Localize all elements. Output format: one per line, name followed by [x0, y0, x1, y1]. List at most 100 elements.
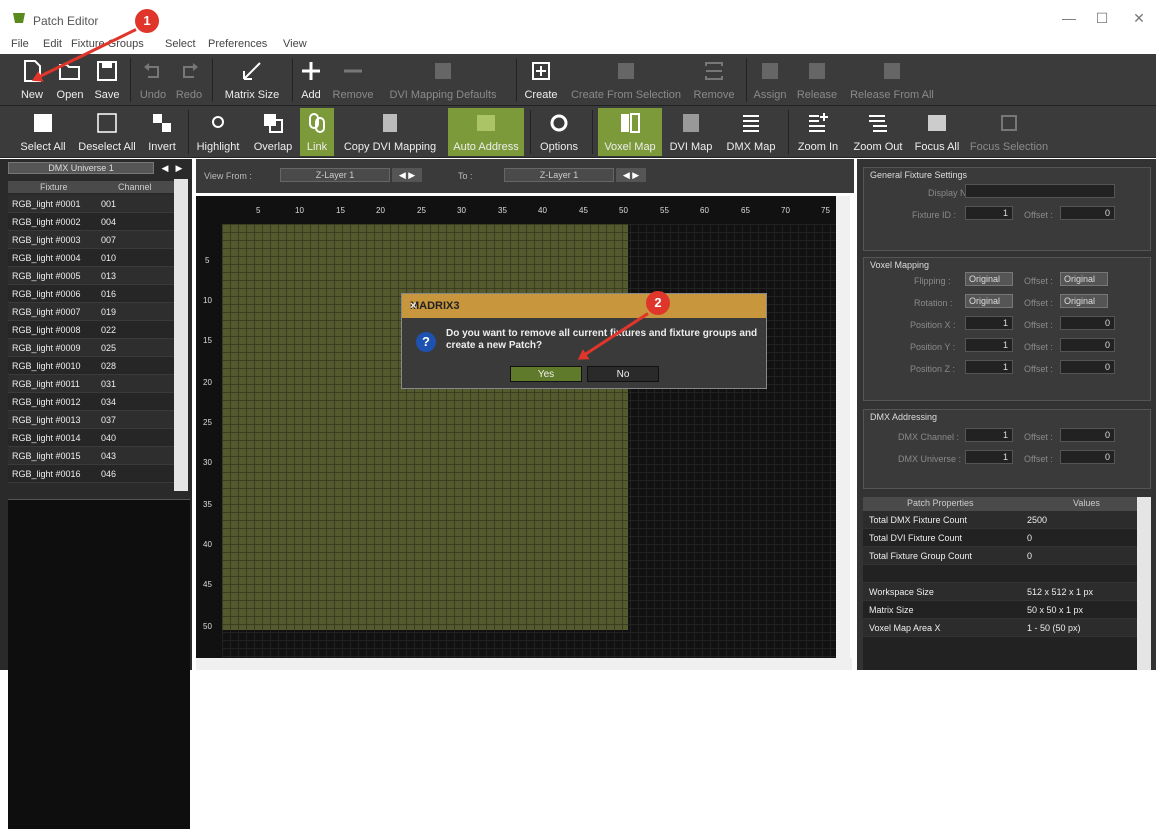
new-label: New	[20, 89, 43, 101]
menu-select[interactable]: Select	[165, 38, 196, 50]
focus-selection-button[interactable]: Focus Selection	[966, 108, 1052, 156]
position-x-offset-input[interactable]: 0	[1060, 316, 1115, 330]
flipping-select[interactable]: Original	[965, 272, 1013, 286]
table-row[interactable]: RGB_light #0008 022	[8, 321, 174, 339]
options-button[interactable]: Options	[534, 108, 584, 156]
focus-all-label: Focus All	[914, 141, 960, 153]
release-from-all-button[interactable]: Release From All	[846, 56, 938, 104]
display-name-input[interactable]	[965, 184, 1115, 198]
fixture-id-offset-input[interactable]: 0	[1060, 206, 1115, 220]
assign-button[interactable]: Assign	[750, 56, 790, 104]
create-selection-icon	[618, 63, 634, 79]
dvi-mapping-defaults-label: DVI Mapping Defaults	[389, 89, 497, 101]
remove-group-button[interactable]: Remove	[690, 56, 738, 104]
table-row[interactable]: RGB_light #0016 046	[8, 465, 174, 483]
redo-button[interactable]: Redo	[172, 56, 206, 104]
add-button[interactable]: Add	[296, 56, 326, 104]
zoom-out-button[interactable]: Zoom Out	[848, 108, 908, 156]
patched-fixtures-area[interactable]	[222, 224, 628, 630]
focus-all-button[interactable]: Focus All	[912, 108, 962, 156]
maximize-button[interactable]: ☐	[1087, 10, 1117, 27]
table-row[interactable]: RGB_light #0009 025	[8, 339, 174, 357]
ruler-tick: 20	[203, 378, 212, 387]
minimize-button[interactable]: —	[1054, 10, 1084, 26]
menu-edit[interactable]: Edit	[43, 38, 62, 50]
select-all-button[interactable]: Select All	[16, 108, 70, 156]
dvi-mapping-defaults-button[interactable]: DVI Mapping Defaults	[382, 56, 504, 104]
canvas-vertical-scrollbar[interactable]	[836, 196, 850, 658]
dvi-map-button[interactable]: DVI Map	[664, 108, 718, 156]
link-button[interactable]: Link	[300, 108, 334, 156]
column-channel[interactable]: Channel	[118, 182, 152, 192]
dialog-close-icon[interactable]: ×	[410, 300, 758, 312]
dmx-universe-selector[interactable]: DMX Universe 1	[8, 162, 154, 174]
position-z-input[interactable]: 1	[965, 360, 1013, 374]
fixture-name: RGB_light #0011	[12, 379, 80, 389]
table-row[interactable]: RGB_light #0011 031	[8, 375, 174, 393]
menu-file[interactable]: File	[11, 38, 29, 50]
view-from-select[interactable]: Z-Layer 1	[280, 168, 390, 182]
table-row[interactable]: RGB_light #0006 016	[8, 285, 174, 303]
position-y-offset-input[interactable]: 0	[1060, 338, 1115, 352]
fixture-id-input[interactable]: 1	[965, 206, 1013, 220]
flipping-offset-select[interactable]: Original	[1060, 272, 1108, 286]
table-row[interactable]: RGB_light #0003 007	[8, 231, 174, 249]
table-row[interactable]: RGB_light #0010 028	[8, 357, 174, 375]
table-row[interactable]: RGB_light #0005 013	[8, 267, 174, 285]
offset-label: Offset :	[1024, 276, 1053, 286]
create-group-button[interactable]: Create	[520, 56, 562, 104]
yes-button[interactable]: Yes	[510, 366, 582, 382]
zoom-in-button[interactable]: Zoom In	[792, 108, 844, 156]
rotation-select[interactable]: Original	[965, 294, 1013, 308]
close-button[interactable]: ✕	[1124, 10, 1154, 27]
canvas-horizontal-scrollbar[interactable]	[196, 658, 852, 670]
voxel-map-canvas[interactable]: 5 10 15 20 25 30 35 40 45 50 55 60 65 70…	[196, 196, 836, 658]
universe-prev-icon[interactable]: ◀	[158, 162, 172, 174]
undo-button[interactable]: Undo	[136, 56, 170, 104]
copy-dvi-mapping-button[interactable]: Copy DVI Mapping	[338, 108, 442, 156]
table-row[interactable]: RGB_light #0013 037	[8, 411, 174, 429]
universe-next-icon[interactable]: ▶	[172, 162, 186, 174]
dmx-universe-input[interactable]: 1	[965, 450, 1013, 464]
matrix-size-button[interactable]: Matrix Size	[218, 56, 286, 104]
position-z-offset-input[interactable]: 0	[1060, 360, 1115, 374]
save-button[interactable]: Save	[90, 56, 124, 104]
voxel-map-button[interactable]: Voxel Map	[598, 108, 662, 156]
dmx-universe-offset-input[interactable]: 0	[1060, 450, 1115, 464]
table-row[interactable]: RGB_light #0001 001	[8, 195, 174, 213]
table-row[interactable]: RGB_light #0007 019	[8, 303, 174, 321]
table-row: Total Fixture Group Count 0	[863, 547, 1137, 565]
overlap-button[interactable]: Overlap	[250, 108, 296, 156]
fixture-channel: 028	[101, 361, 117, 371]
table-row[interactable]: RGB_light #0014 040	[8, 429, 174, 447]
invert-button[interactable]: Invert	[144, 108, 180, 156]
position-x-input[interactable]: 1	[965, 316, 1013, 330]
column-fixture[interactable]: Fixture	[40, 182, 68, 192]
dmx-channel-input[interactable]: 1	[965, 428, 1013, 442]
fixture-channel: 007	[101, 235, 117, 245]
menu-view[interactable]: View	[283, 38, 307, 50]
table-row[interactable]: RGB_light #0012 034	[8, 393, 174, 411]
create-from-selection-button[interactable]: Create From Selection	[566, 56, 686, 104]
highlight-button[interactable]: Highlight	[192, 108, 244, 156]
deselect-all-button[interactable]: Deselect All	[74, 108, 140, 156]
dmx-channel-offset-input[interactable]: 0	[1060, 428, 1115, 442]
release-button[interactable]: Release	[794, 56, 840, 104]
properties-scrollbar[interactable]	[1137, 497, 1151, 670]
view-to-select[interactable]: Z-Layer 1	[504, 168, 614, 182]
position-y-input[interactable]: 1	[965, 338, 1013, 352]
view-from-arrows-icon[interactable]: ◀ ▶	[392, 168, 422, 182]
table-row[interactable]: RGB_light #0002 004	[8, 213, 174, 231]
rotation-offset-select[interactable]: Original	[1060, 294, 1108, 308]
menu-preferences[interactable]: Preferences	[208, 38, 267, 50]
table-row[interactable]: RGB_light #0004 010	[8, 249, 174, 267]
no-button[interactable]: No	[587, 366, 659, 382]
ruler-tick: 45	[579, 206, 588, 215]
view-to-arrows-icon[interactable]: ◀ ▶	[616, 168, 646, 182]
auto-address-button[interactable]: Auto Address	[448, 108, 524, 156]
remove-fixture-button[interactable]: Remove	[330, 56, 376, 104]
table-row[interactable]: RGB_light #0015 043	[8, 447, 174, 465]
fixture-list-scrollbar[interactable]	[174, 179, 188, 491]
dmx-map-button[interactable]: DMX Map	[720, 108, 782, 156]
ruler-tick: 75	[821, 206, 830, 215]
